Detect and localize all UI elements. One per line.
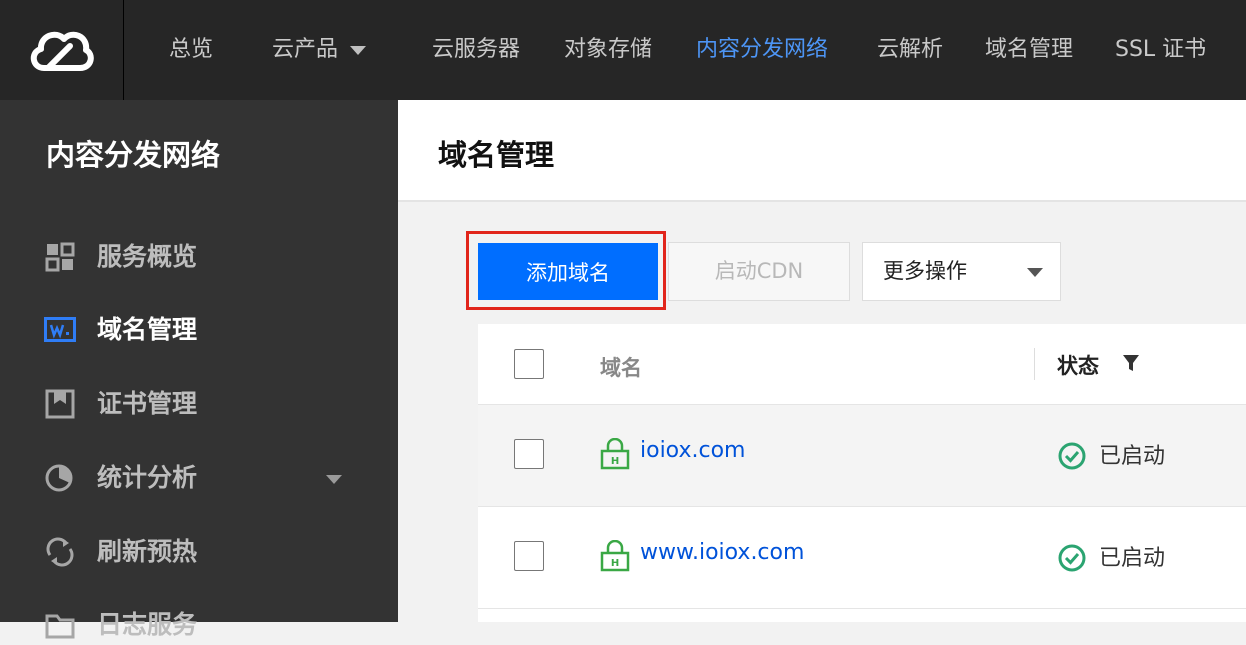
domain-table: 域名 状态 H ioiox.com 已启动 H www.ioiox.com 已启… [478,324,1246,622]
nav-cos[interactable]: 对象存储 [564,30,652,70]
start-cdn-button[interactable]: 启动CDN [668,242,850,301]
add-domain-button[interactable]: 添加域名 [478,243,658,300]
table-header: 域名 状态 [478,324,1246,405]
nav-cloud-products[interactable]: 云产品 [272,30,367,70]
chevron-down-icon [1027,268,1043,277]
sidebar-title: 内容分发网络 [46,138,221,172]
status-label: 已启动 [1099,546,1166,571]
cloud-logo-icon [30,31,94,71]
sidebar-item-label: 日志服务 [97,610,198,639]
svg-text:H: H [611,456,619,467]
row-checkbox[interactable] [514,541,544,571]
pie-chart-icon [45,464,73,492]
domain-w-icon [44,317,76,342]
nav-domain[interactable]: 域名管理 [985,30,1073,70]
sidebar-item-statistics[interactable]: 统计分析 [44,458,364,498]
chevron-down-icon[interactable] [326,475,342,484]
sidebar-item-label: 域名管理 [97,315,198,344]
top-nav-bar: 总览 云产品 云服务器 对象存储 内容分发网络 云解析 域名管理 SSL 证书 [0,0,1246,100]
chevron-down-icon [350,45,367,55]
table-row[interactable]: H ioiox.com 已启动 [478,405,1246,507]
column-header-status: 状态 [1057,354,1099,378]
nav-cloud-products-label: 云产品 [272,37,339,62]
logo[interactable] [0,0,124,100]
sidebar-item-logs[interactable]: 日志服务 [44,605,364,645]
page-title: 域名管理 [438,138,555,172]
status-label: 已启动 [1099,444,1166,469]
certificate-icon [45,389,75,419]
domain-link[interactable]: www.ioiox.com [640,540,804,565]
nav-dns[interactable]: 云解析 [877,30,943,70]
sidebar-item-label: 服务概览 [97,242,198,271]
sidebar-item-label: 刷新预热 [97,537,198,566]
domain-link[interactable]: ioiox.com [640,438,745,463]
page-header: 域名管理 [398,100,1246,202]
refresh-icon [46,537,74,567]
table-row[interactable]: H www.ioiox.com 已启动 [478,507,1246,609]
sidebar-item-label: 统计分析 [97,463,198,492]
nav-cvm[interactable]: 云服务器 [432,30,520,70]
sidebar-item-refresh[interactable]: 刷新预热 [44,532,364,572]
sidebar-item-certificate[interactable]: 证书管理 [44,384,364,424]
column-divider[interactable] [1034,348,1035,380]
sidebar-item-overview[interactable]: 服务概览 [44,237,364,277]
https-lock-icon: H [600,540,630,572]
grid-icon [45,242,75,272]
check-circle-icon [1058,544,1086,572]
svg-text:H: H [611,558,619,569]
more-actions-dropdown[interactable]: 更多操作 [862,242,1061,301]
nav-overview[interactable]: 总览 [169,30,213,70]
sidebar-item-domain[interactable]: 域名管理 [44,310,364,350]
more-actions-label: 更多操作 [883,259,967,283]
nav-cdn[interactable]: 内容分发网络 [696,30,828,70]
folder-icon [45,614,75,639]
https-lock-icon: H [600,438,630,470]
nav-ssl[interactable]: SSL 证书 [1115,30,1206,70]
row-checkbox[interactable] [514,439,544,469]
column-header-domain: 域名 [600,356,642,380]
check-circle-icon [1058,442,1086,470]
sidebar: 内容分发网络 服务概览 域名管理 证书管理 统计分析 刷新预热 日志服务 [0,100,398,639]
sidebar-item-label: 证书管理 [97,389,198,418]
select-all-checkbox[interactable] [514,349,544,379]
filter-icon[interactable] [1122,354,1140,372]
